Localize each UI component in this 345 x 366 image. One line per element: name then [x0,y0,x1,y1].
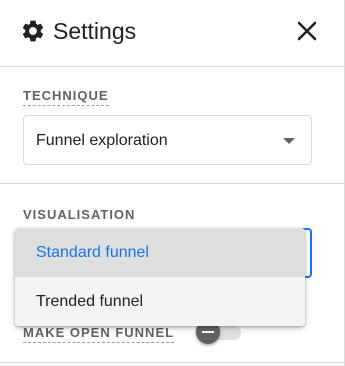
section-divider [0,183,344,184]
close-button[interactable] [292,16,322,46]
section-divider [0,362,344,363]
gear-icon [22,20,44,42]
open-funnel-label: MAKE OPEN FUNNEL [23,325,175,343]
settings-panel: Settings TECHNIQUE Funnel exploration VI… [0,0,345,366]
technique-label: TECHNIQUE [23,88,109,106]
visualisation-dropdown-menu: Standard funnel Trended funnel [15,228,305,326]
technique-select[interactable]: Funnel exploration [23,115,312,165]
settings-header: Settings [0,0,344,67]
technique-value: Funnel exploration [36,132,168,149]
menu-item-standard-funnel[interactable]: Standard funnel [15,228,305,277]
page-title: Settings [53,18,137,44]
visualisation-label: VISUALISATION [23,207,136,222]
chevron-down-icon [283,138,295,144]
menu-item-trended-funnel[interactable]: Trended funnel [15,277,305,326]
close-icon [297,21,317,41]
